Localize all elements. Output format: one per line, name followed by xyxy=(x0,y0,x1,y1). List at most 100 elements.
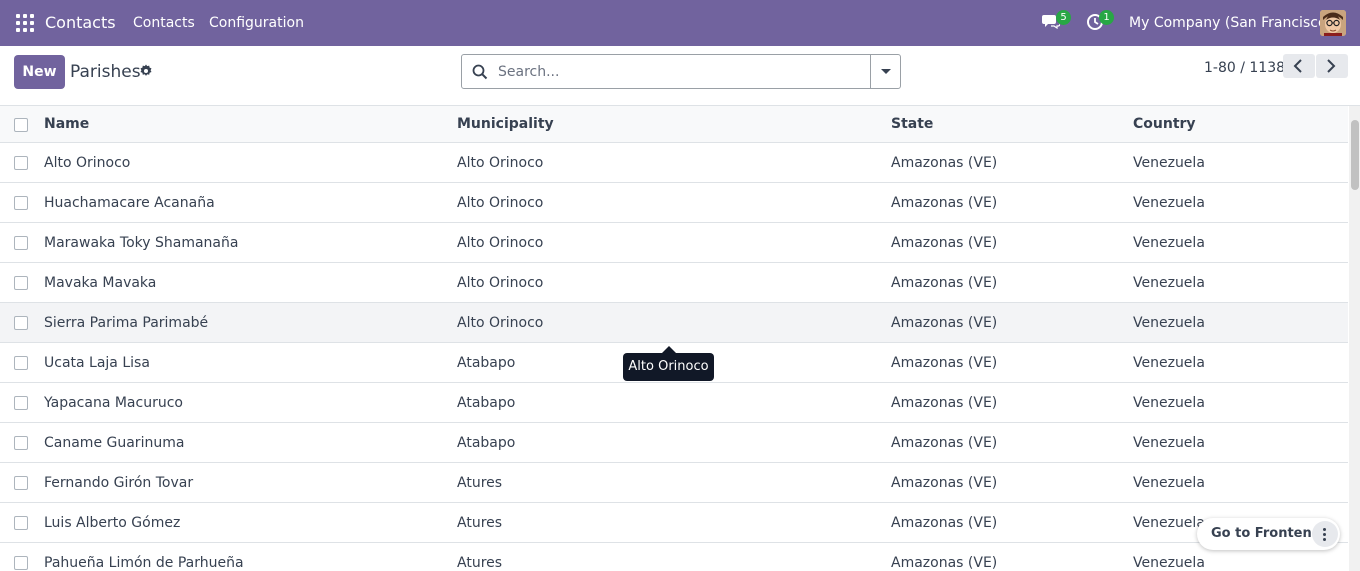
cell-municipality[interactable]: Atabapo xyxy=(457,435,515,451)
control-panel: New Parishes 1-80 / 1138 xyxy=(0,46,1360,106)
table-header: Name Municipality State Country xyxy=(0,106,1348,143)
table-row[interactable]: Pahueña Limón de Parhueña Atures Amazonas … xyxy=(0,543,1348,571)
cell-state[interactable]: Amazonas (VE) xyxy=(891,195,997,211)
row-checkbox[interactable] xyxy=(14,196,28,210)
top-navbar: Contacts Contacts Configuration 5 1 My C… xyxy=(0,0,1360,46)
search-icon xyxy=(472,64,488,80)
table-row[interactable]: Luis Alberto Gómez Atures Amazonas (VE) Ven… xyxy=(0,503,1348,543)
cell-country[interactable]: Venezuela xyxy=(1133,155,1205,171)
cell-name[interactable]: Luis Alberto Gómez xyxy=(44,515,180,531)
menu-configuration[interactable]: Configuration xyxy=(209,15,304,31)
column-header-state[interactable]: State xyxy=(891,116,933,132)
cell-state[interactable]: Amazonas (VE) xyxy=(891,555,997,571)
cell-name[interactable]: Marawaka Toky Shamanaña xyxy=(44,235,238,251)
row-checkbox[interactable] xyxy=(14,276,28,290)
cell-state[interactable]: Amazonas (VE) xyxy=(891,435,997,451)
cell-municipality[interactable]: Alto Orinoco xyxy=(457,195,543,211)
column-header-name[interactable]: Name xyxy=(44,116,89,132)
row-checkbox[interactable] xyxy=(14,356,28,370)
cell-name[interactable]: Alto Orinoco xyxy=(44,155,130,171)
parishes-table: Name Municipality State Country Alto Ori… xyxy=(0,106,1348,571)
select-all-checkbox[interactable] xyxy=(14,118,28,132)
cell-name[interactable]: Ucata Laja Lisa xyxy=(44,355,150,371)
gear-icon[interactable] xyxy=(139,64,153,78)
row-checkbox[interactable] xyxy=(14,396,28,410)
cell-country[interactable]: Venezuela xyxy=(1133,235,1205,251)
cell-state[interactable]: Amazonas (VE) xyxy=(891,355,997,371)
table-row[interactable]: Alto Orinoco Alto Orinoco Amazonas (VE) Ven… xyxy=(0,143,1348,183)
table-row[interactable]: Yapacana Macuruco Atabapo Amazonas (VE) Ven… xyxy=(0,383,1348,423)
cell-state[interactable]: Amazonas (VE) xyxy=(891,395,997,411)
cell-country[interactable]: Venezuela xyxy=(1133,315,1205,331)
cell-state[interactable]: Amazonas (VE) xyxy=(891,515,997,531)
tooltip-arrow xyxy=(662,346,676,353)
chevron-left-icon xyxy=(1293,59,1302,73)
cell-municipality[interactable]: Alto Orinoco xyxy=(457,155,543,171)
go-to-frontend-label: Go to Frontend xyxy=(1211,526,1322,541)
user-avatar[interactable] xyxy=(1320,10,1346,36)
cell-name[interactable]: Sierra Parima Parimabé xyxy=(44,315,208,331)
cell-name[interactable]: Fernando Girón Tovar xyxy=(44,475,193,491)
table-row[interactable]: Huachamacare Acanaña Alto Orinoco Amazonas… xyxy=(0,183,1348,223)
cell-name[interactable]: Yapacana Macuruco xyxy=(44,395,183,411)
scrollbar-thumb[interactable] xyxy=(1351,120,1359,190)
row-checkbox[interactable] xyxy=(14,156,28,170)
cell-municipality[interactable]: Alto Orinoco xyxy=(457,275,543,291)
cell-country[interactable]: Venezuela xyxy=(1133,275,1205,291)
cell-municipality[interactable]: Atabapo xyxy=(457,395,515,411)
cell-name[interactable]: Huachamacare Acanaña xyxy=(44,195,215,211)
table-row[interactable]: Mavaka Mavaka Alto Orinoco Amazonas (VE) Ve… xyxy=(0,263,1348,303)
cell-country[interactable]: Venezuela xyxy=(1133,395,1205,411)
cell-name[interactable]: Pahueña Limón de Parhueña xyxy=(44,555,244,571)
cell-country[interactable]: Venezuela xyxy=(1133,355,1205,371)
cell-state[interactable]: Amazonas (VE) xyxy=(891,155,997,171)
cell-country[interactable]: Venezuela xyxy=(1133,475,1205,491)
row-checkbox[interactable] xyxy=(14,236,28,250)
cell-state[interactable]: Amazonas (VE) xyxy=(891,235,997,251)
cell-municipality[interactable]: Atures xyxy=(457,555,502,571)
chevron-right-icon xyxy=(1327,59,1336,73)
cell-state[interactable]: Amazonas (VE) xyxy=(891,475,997,491)
chat-count-badge: 5 xyxy=(1056,10,1071,25)
cell-tooltip: Alto Orinoco xyxy=(623,353,714,381)
row-checkbox[interactable] xyxy=(14,316,28,330)
pager-next-button[interactable] xyxy=(1316,54,1348,78)
activity-count-badge: 1 xyxy=(1099,10,1114,25)
row-checkbox[interactable] xyxy=(14,516,28,530)
cell-country[interactable]: Venezuela xyxy=(1133,195,1205,211)
column-header-country[interactable]: Country xyxy=(1133,116,1196,132)
table-row[interactable]: Marawaka Toky Shamanaña Alto Orinoco Amazo… xyxy=(0,223,1348,263)
pager-value[interactable]: 1-80 / 1138 xyxy=(1204,60,1285,76)
cell-name[interactable]: Caname Guarinuma xyxy=(44,435,184,451)
company-switcher[interactable]: My Company (San Francisco) xyxy=(1129,15,1332,31)
apps-menu-icon[interactable] xyxy=(16,14,34,32)
cell-state[interactable]: Amazonas (VE) xyxy=(891,275,997,291)
cell-municipality[interactable]: Atures xyxy=(457,515,502,531)
row-checkbox[interactable] xyxy=(14,556,28,570)
cell-municipality[interactable]: Alto Orinoco xyxy=(457,315,543,331)
search-bar xyxy=(461,54,901,89)
table-row[interactable]: Sierra Parima Parimabé Alto Orinoco Amazon… xyxy=(0,303,1348,343)
pager-previous-button[interactable] xyxy=(1283,54,1315,78)
cell-name[interactable]: Mavaka Mavaka xyxy=(44,275,156,291)
more-options-icon[interactable] xyxy=(1312,521,1338,547)
cell-country[interactable]: Venezuela xyxy=(1133,555,1205,571)
cell-country[interactable]: Venezuela xyxy=(1133,435,1205,451)
cell-municipality[interactable]: Atabapo xyxy=(457,355,515,371)
cell-municipality[interactable]: Atures xyxy=(457,475,502,491)
row-checkbox[interactable] xyxy=(14,476,28,490)
table-row[interactable]: Fernando Girón Tovar Atures Amazonas (VE) V… xyxy=(0,463,1348,503)
row-checkbox[interactable] xyxy=(14,436,28,450)
cell-municipality[interactable]: Alto Orinoco xyxy=(457,235,543,251)
search-input[interactable] xyxy=(498,55,868,88)
table-scrollbar[interactable] xyxy=(1349,106,1360,571)
search-options-toggle[interactable] xyxy=(870,55,900,88)
page-title: Parishes xyxy=(70,62,141,82)
cell-country[interactable]: Venezuela xyxy=(1133,515,1205,531)
menu-contacts[interactable]: Contacts xyxy=(133,15,195,31)
column-header-municipality[interactable]: Municipality xyxy=(457,116,554,132)
cell-state[interactable]: Amazonas (VE) xyxy=(891,315,997,331)
new-button[interactable]: New xyxy=(14,55,65,89)
app-name[interactable]: Contacts xyxy=(45,13,116,32)
table-row[interactable]: Caname Guarinuma Atabapo Amazonas (VE) Vene… xyxy=(0,423,1348,463)
